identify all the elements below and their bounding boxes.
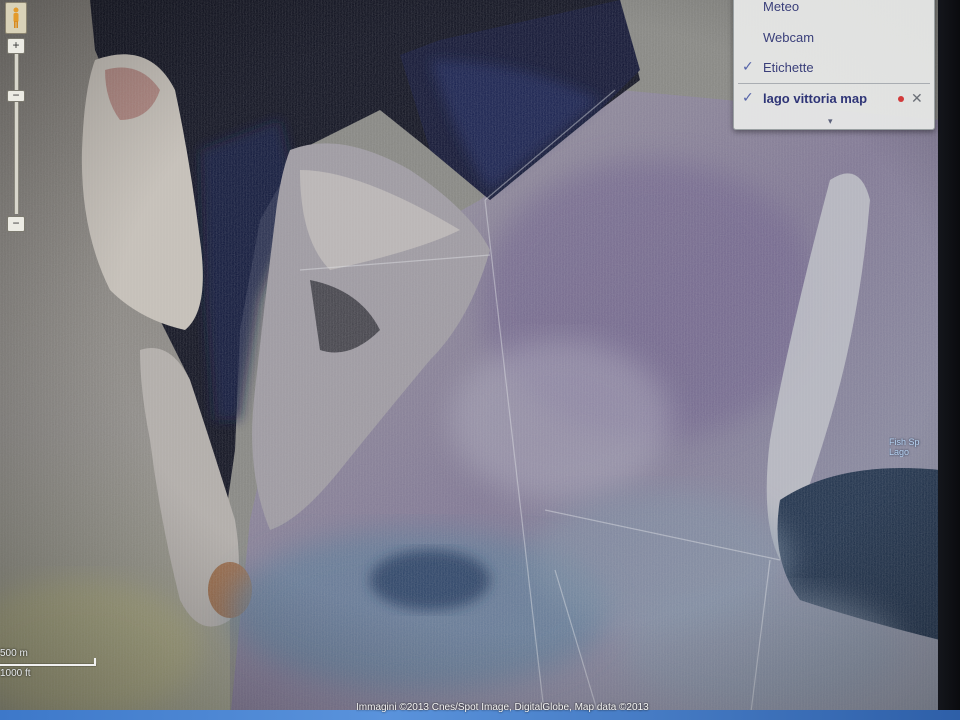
pegman-icon bbox=[13, 7, 19, 28]
place-label-line1: Fish Sp bbox=[889, 437, 920, 447]
scale-imperial-label: 1000 ft bbox=[0, 668, 31, 679]
scale-line bbox=[0, 664, 96, 666]
layer-item-webcam[interactable]: Webcam bbox=[734, 24, 934, 52]
map-copyright: Immagini ©2013 Cnes/Spot Image, DigitalG… bbox=[356, 702, 649, 713]
street-view-pegman[interactable] bbox=[5, 2, 27, 34]
zoom-control: + − − bbox=[2, 0, 28, 240]
scale-tick bbox=[94, 658, 96, 666]
checkmark-icon: ✓ bbox=[742, 89, 754, 105]
layer-label: Webcam bbox=[763, 30, 815, 45]
place-label-line2: Lago bbox=[889, 447, 910, 457]
map-scale: 500 m 1000 ft bbox=[0, 644, 100, 684]
chevron-down-icon[interactable]: ▾ bbox=[828, 116, 833, 127]
scale-metric-label: 500 m bbox=[0, 648, 28, 659]
zoom-slider-handle[interactable]: − bbox=[7, 89, 25, 102]
layers-dropdown: Meteo Webcam ✓ Etichette ✓ lago vittoria… bbox=[733, 0, 935, 130]
checkmark-icon: ✓ bbox=[742, 58, 754, 74]
layer-item-meteo[interactable]: Meteo bbox=[734, 0, 934, 21]
close-icon[interactable]: ✕ bbox=[911, 90, 923, 107]
layer-label: Meteo bbox=[763, 0, 800, 14]
zoom-slider-track[interactable] bbox=[14, 54, 19, 214]
layer-label: Etichette bbox=[763, 60, 814, 75]
menu-divider bbox=[738, 83, 930, 84]
zoom-out-button[interactable]: − bbox=[7, 216, 25, 232]
monitor-bezel bbox=[938, 0, 960, 720]
zoom-in-button[interactable]: + bbox=[7, 38, 25, 54]
place-label[interactable]: Fish Sp Lago bbox=[889, 437, 941, 457]
my-map-label: lago vittoria map bbox=[763, 91, 868, 106]
layer-item-my-map[interactable]: ✓ lago vittoria map ✕ bbox=[734, 85, 934, 113]
layer-item-etichette[interactable]: ✓ Etichette bbox=[734, 54, 934, 82]
red-dot-icon bbox=[898, 96, 904, 102]
